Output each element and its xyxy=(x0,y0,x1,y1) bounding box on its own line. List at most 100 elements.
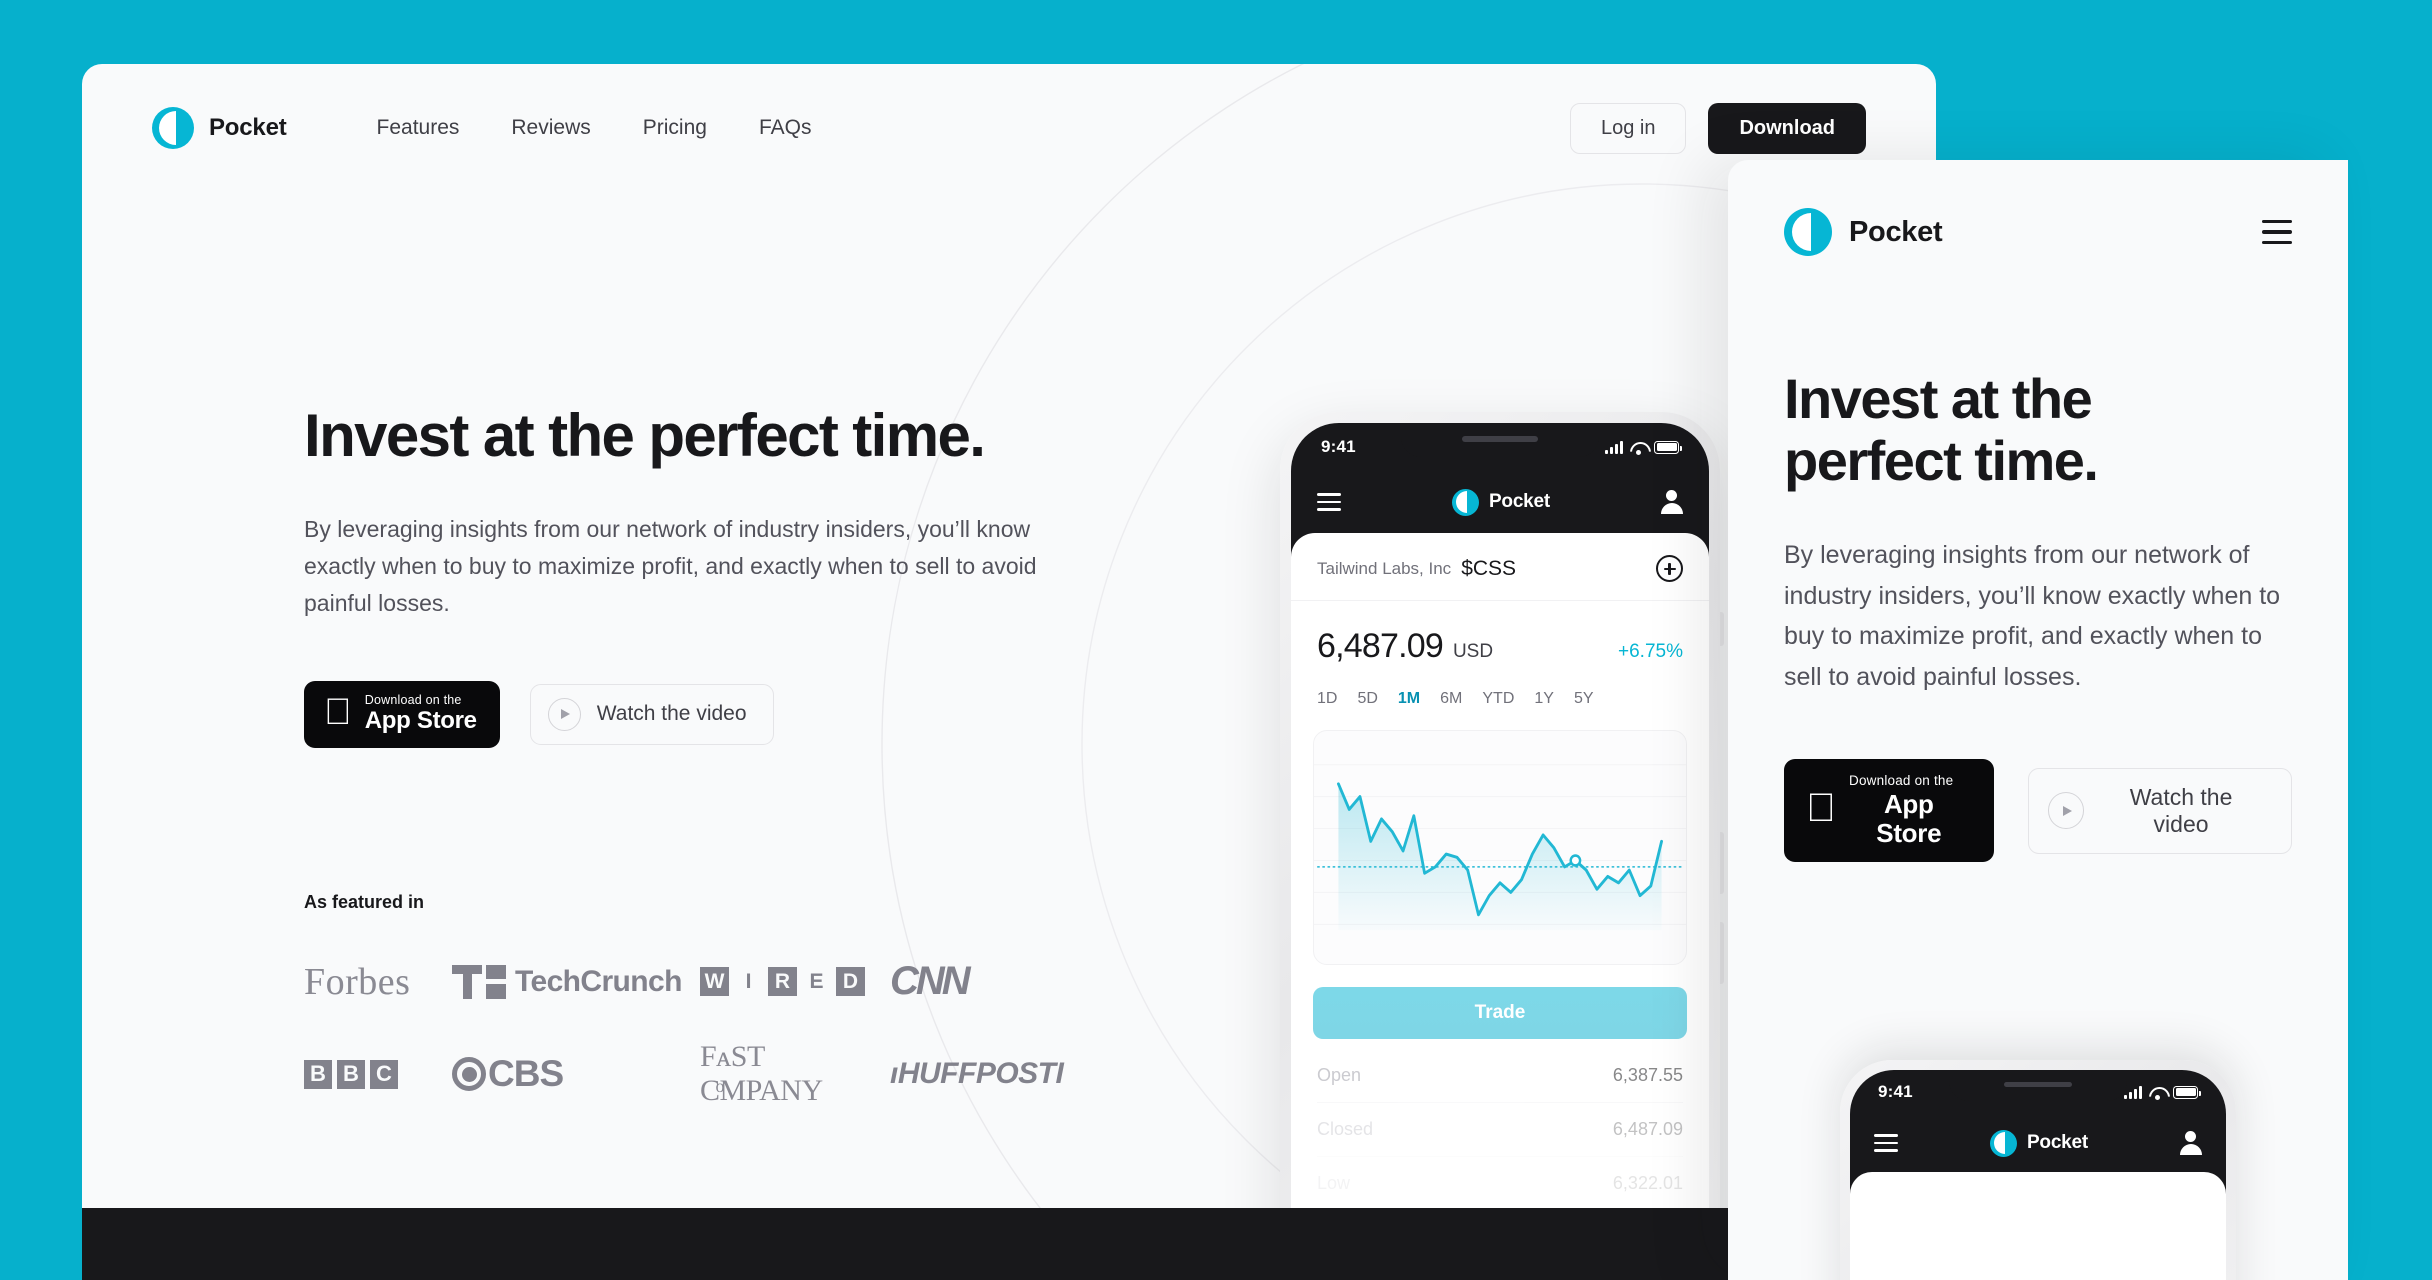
app-store-small-label: Download on the xyxy=(337,692,462,707)
status-time: 9:41 xyxy=(1321,437,1356,456)
footer-band xyxy=(82,1208,1936,1280)
pocket-logo-icon xyxy=(1451,488,1479,516)
mini-app-content xyxy=(1850,1172,2226,1280)
phone-frame: 9:41 Pocket Tailwind Labs, Inc $CSS 6,48… xyxy=(1280,412,1724,1280)
login-button[interactable]: Log in xyxy=(1569,102,1687,154)
app-brand: Pocket xyxy=(1451,488,1550,516)
mini-phone-screen: 9:41 Pocket xyxy=(1850,1070,2226,1280)
mobile-navbar: Pocket xyxy=(1728,160,2348,256)
play-icon xyxy=(2047,792,2085,830)
cellular-signal-icon xyxy=(1605,440,1623,454)
phone-speaker xyxy=(2004,1082,2072,1087)
nav-link-pricing[interactable]: Pricing xyxy=(617,106,733,150)
time-range-tabs: 1D 5D 1M 6M YTD 1Y 5Y xyxy=(1291,686,1709,726)
account-icon[interactable] xyxy=(2179,1131,2202,1155)
wifi-icon xyxy=(2149,1086,2166,1100)
mobile-cta-group:  Download on the App Store Watch the vi… xyxy=(1784,759,2292,863)
range-tab-1m[interactable]: 1M xyxy=(1388,686,1430,712)
press-logo-wired: W I R E D xyxy=(700,967,890,996)
watch-video-label: Watch the video xyxy=(568,702,747,726)
featured-in-section: As featured in Forbes TechCrunch W I R E… xyxy=(304,892,1090,1108)
ticker-row: Tailwind Labs, Inc $CSS xyxy=(1291,533,1709,601)
pocket-logo-icon xyxy=(152,107,194,149)
price-chart-svg xyxy=(1314,764,1686,931)
press-logo-cbs: CBS xyxy=(452,1053,700,1095)
hero-headline: Invest at the perfect time. xyxy=(304,402,986,469)
mobile-brand-name: Pocket xyxy=(1849,215,1943,248)
range-tab-ytd[interactable]: YTD xyxy=(1472,686,1524,712)
press-logo-fast-company: FᴀST CͦMPANY xyxy=(700,1040,823,1107)
account-icon[interactable] xyxy=(1660,490,1683,514)
cbs-eye-icon xyxy=(452,1057,486,1091)
ticker-symbol: $CSS xyxy=(1461,556,1517,580)
phone-mockup: 9:41 Pocket Tailwind Labs, Inc $CSS 6,48… xyxy=(1280,412,1724,1280)
bbc-wordmark: B B C xyxy=(304,1059,398,1089)
add-icon[interactable] xyxy=(1656,555,1683,582)
mini-phone-mockup: 9:41 Pocket xyxy=(1840,1060,2236,1280)
mini-phone-frame: 9:41 Pocket xyxy=(1840,1060,2236,1280)
app-brand: Pocket xyxy=(1989,1129,2088,1157)
price-change: +6.75% xyxy=(1618,641,1683,662)
press-logo-forbes: Forbes xyxy=(304,960,411,1003)
stat-row-closed: Closed 6,487.09 xyxy=(1317,1103,1683,1157)
app-store-big-label: App Store xyxy=(337,707,477,735)
nav-link-features[interactable]: Features xyxy=(351,106,486,150)
press-logo-rows: Forbes TechCrunch W I R E D CNN B B C CB… xyxy=(304,959,1090,1108)
nav-actions: Log in Download xyxy=(1569,102,1866,154)
watch-video-label: Watch the video xyxy=(2072,782,2237,837)
app-store-button[interactable]:  Download on the App Store xyxy=(304,680,500,748)
mobile-preview-panel: Pocket Invest at the perfect time. By le… xyxy=(1728,160,2348,1280)
apple-icon:  xyxy=(1806,788,1836,828)
mobile-headline-line-2: perfect time. xyxy=(1784,428,2099,492)
hero-cta-group:  Download on the App Store Watch the vi… xyxy=(304,680,1064,748)
range-tab-5y[interactable]: 5Y xyxy=(1564,686,1604,712)
wired-wordmark: W I R E D xyxy=(700,967,865,996)
hero-body: By leveraging insights from our network … xyxy=(304,515,1037,617)
nav-link-reviews[interactable]: Reviews xyxy=(485,106,616,150)
mobile-hero-section: Invest at the perfect time. By leveragin… xyxy=(1728,256,2348,863)
play-icon xyxy=(547,697,581,731)
app-store-big-label: App Store xyxy=(1819,789,1941,847)
range-tab-1y[interactable]: 1Y xyxy=(1524,686,1564,712)
mobile-hero-headline: Invest at the perfect time. xyxy=(1784,368,2292,491)
press-logo-huffpost: ıHUFFPOSTI xyxy=(890,1057,1064,1090)
mobile-headline-line-1: Invest at the xyxy=(1784,367,2093,430)
desktop-navbar: Pocket Features Reviews Pricing FAQs Log… xyxy=(82,64,1936,192)
hero-section: Invest at the perfect time. By leveragin… xyxy=(304,402,1064,748)
trade-button[interactable]: Trade xyxy=(1313,987,1687,1039)
pocket-logo-icon xyxy=(1784,208,1832,256)
mini-app-header: Pocket xyxy=(1850,1114,2226,1172)
range-tab-1d[interactable]: 1D xyxy=(1317,686,1347,712)
featured-in-title: As featured in xyxy=(304,892,425,912)
stat-row-low: Low 6,322.01 xyxy=(1317,1157,1683,1211)
range-tab-5d[interactable]: 5D xyxy=(1347,686,1387,712)
brand-logo[interactable]: Pocket xyxy=(152,107,287,149)
desktop-browser-card: Pocket Features Reviews Pricing FAQs Log… xyxy=(82,64,1936,1280)
watch-video-button[interactable]: Watch the video xyxy=(529,683,774,745)
apple-icon:  xyxy=(324,693,352,730)
price-chart[interactable] xyxy=(1313,730,1687,965)
cellular-signal-icon xyxy=(2124,1085,2142,1099)
download-button[interactable]: Download xyxy=(1708,102,1866,154)
battery-icon xyxy=(2173,1085,2201,1099)
brand-name: Pocket xyxy=(209,114,287,141)
stat-row-open: Open 6,387.55 xyxy=(1317,1049,1683,1103)
phone-mute-button xyxy=(1720,612,1724,646)
mobile-brand-logo[interactable]: Pocket xyxy=(1784,208,1943,256)
app-header: Pocket xyxy=(1291,471,1709,533)
mobile-watch-video-button[interactable]: Watch the video xyxy=(2027,767,2292,854)
app-store-small-label: Download on the xyxy=(1819,773,1953,789)
price-currency: USD xyxy=(1452,641,1494,662)
mobile-app-store-button[interactable]:  Download on the App Store xyxy=(1784,759,1994,863)
press-logo-techcrunch: TechCrunch xyxy=(452,964,700,999)
menu-icon[interactable] xyxy=(1317,493,1341,511)
press-logo-row: Forbes TechCrunch W I R E D CNN xyxy=(304,959,1090,1004)
menu-icon[interactable] xyxy=(1874,1134,1898,1152)
range-tab-6m[interactable]: 6M xyxy=(1430,686,1472,712)
mobile-menu-icon[interactable] xyxy=(2262,220,2292,244)
wifi-icon xyxy=(1630,441,1647,455)
battery-icon xyxy=(1654,440,1682,454)
nav-link-faqs[interactable]: FAQs xyxy=(733,106,838,150)
phone-volume-up-button xyxy=(1720,832,1724,894)
nav-links: Features Reviews Pricing FAQs xyxy=(351,106,838,150)
